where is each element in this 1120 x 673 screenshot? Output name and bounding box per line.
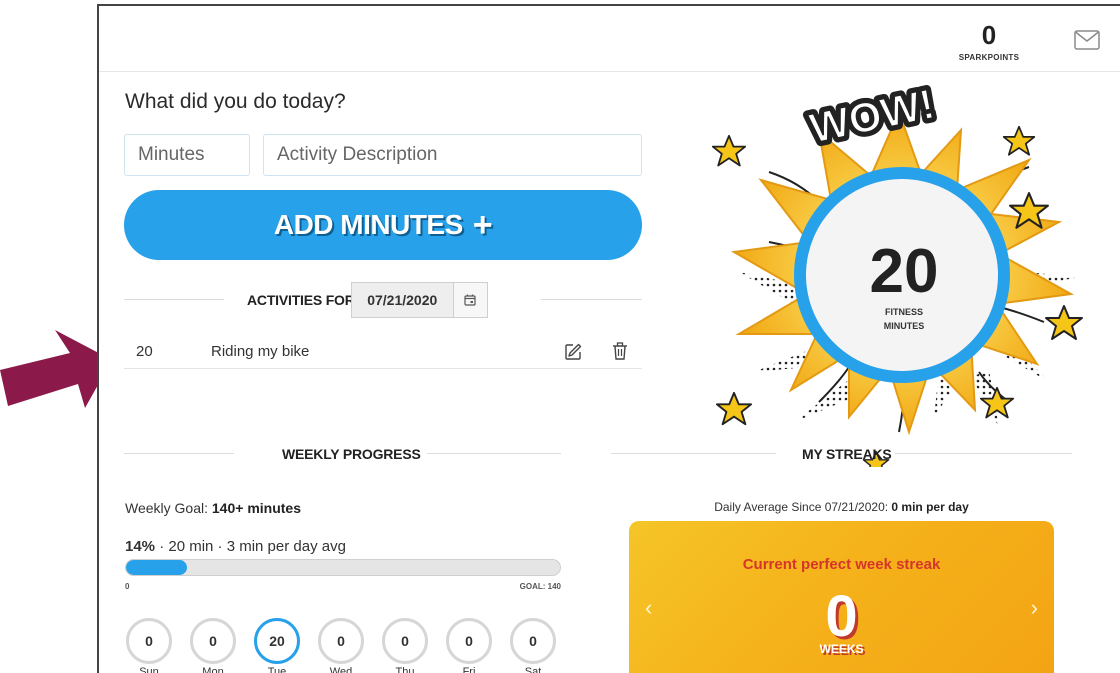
fitness-minutes-burst: WOW! WOW! 20 FITNESS MINUTES <box>711 75 1083 467</box>
activities-date[interactable]: 07/21/2020 <box>352 292 453 308</box>
add-minutes-label: ADD MINUTES <box>273 209 463 240</box>
daily-average-value: 0 min per day <box>891 500 969 514</box>
calendar-button[interactable] <box>452 283 487 317</box>
trash-icon[interactable] <box>612 342 628 360</box>
weekly-progress-title: WEEKLY PROGRESS <box>282 446 421 462</box>
streak-card-title: Current perfect week streak <box>742 556 941 573</box>
my-streaks-title: MY STREAKS <box>802 446 892 462</box>
day-label-fri: Fri <box>462 666 476 673</box>
streak-value: 0 <box>825 584 858 649</box>
weekly-goal-value: 140+ minutes <box>211 500 301 516</box>
weekly-goal: Weekly Goal: 140+ minutes <box>125 500 301 516</box>
day-circle-mon[interactable]: 0 <box>190 618 236 664</box>
app-frame: 0 SPARKPOINTS What did you do today? ADD… <box>97 4 1120 673</box>
divider <box>611 453 776 454</box>
progress-start-label: 0 <box>125 582 130 591</box>
svg-text:WOW!: WOW! <box>805 80 938 152</box>
streak-unit: WEEKS <box>819 642 864 656</box>
divider <box>124 453 234 454</box>
activities-date-picker[interactable]: 07/21/2020 <box>351 282 488 318</box>
daily-average-prefix: Daily Average Since 07/21/2020: <box>714 500 892 514</box>
weekly-progress-bar <box>125 559 561 576</box>
log-heading: What did you do today? <box>125 90 346 113</box>
weekly-percent: 14% <box>125 538 156 555</box>
plus-icon: + <box>472 205 493 244</box>
minutes-input[interactable] <box>124 134 250 176</box>
activity-row: 20 Riding my bike <box>124 336 642 369</box>
divider <box>124 299 224 300</box>
fitness-minutes-value: 20 <box>870 237 939 306</box>
day-circle-sun[interactable]: 0 <box>126 618 172 664</box>
top-bar: 0 SPARKPOINTS <box>99 6 1120 72</box>
activity-description: Riding my bike <box>211 343 310 360</box>
divider <box>895 453 1072 454</box>
day-label-mon: Mon <box>202 666 224 673</box>
sparkpoints-value: 0 <box>981 20 997 50</box>
envelope-icon[interactable] <box>1074 30 1100 50</box>
day-label-sat: Sat <box>524 666 542 673</box>
day-circle-sat[interactable]: 0 <box>510 618 556 664</box>
day-circle-tue[interactable]: 20 <box>254 618 300 664</box>
divider <box>427 453 561 454</box>
weekly-progress-fill <box>126 560 187 575</box>
edit-icon[interactable] <box>564 343 582 361</box>
fitness-label-2: MINUTES <box>884 321 925 331</box>
weekly-summary-text: · 20 min · 3 min per day avg <box>155 538 346 555</box>
wow-badge: WOW! WOW! <box>801 75 943 156</box>
fitness-label-1: FITNESS <box>885 307 923 317</box>
activities-title: ACTIVITIES FOR <box>247 292 355 308</box>
day-label-wed: Wed <box>329 666 353 673</box>
progress-goal-label: GOAL: 140 <box>519 582 561 591</box>
weekly-summary: 14% · 20 min · 3 min per day avg <box>125 538 346 555</box>
activity-minutes: 20 <box>136 343 153 360</box>
day-circle-thu[interactable]: 0 <box>382 618 428 664</box>
weekly-goal-prefix: Weekly Goal: <box>125 500 212 516</box>
daily-average: Daily Average Since 07/21/2020: 0 min pe… <box>629 500 1054 514</box>
add-minutes-button[interactable]: ADD MINUTES + <box>124 190 642 260</box>
day-circle-fri[interactable]: 0 <box>446 618 492 664</box>
sparkpoints-label: SPARKPOINTS <box>958 53 1020 62</box>
day-label-sun: Sun <box>139 666 159 673</box>
calendar-icon <box>464 294 476 306</box>
activity-description-input[interactable] <box>263 134 642 176</box>
day-label-thu: Thu <box>395 666 415 673</box>
day-label-tue: Tue <box>267 666 287 673</box>
divider <box>541 299 642 300</box>
streak-card: Current perfect week streak ‹ › 0 WEEKS <box>629 521 1054 673</box>
day-circle-wed[interactable]: 0 <box>318 618 364 664</box>
